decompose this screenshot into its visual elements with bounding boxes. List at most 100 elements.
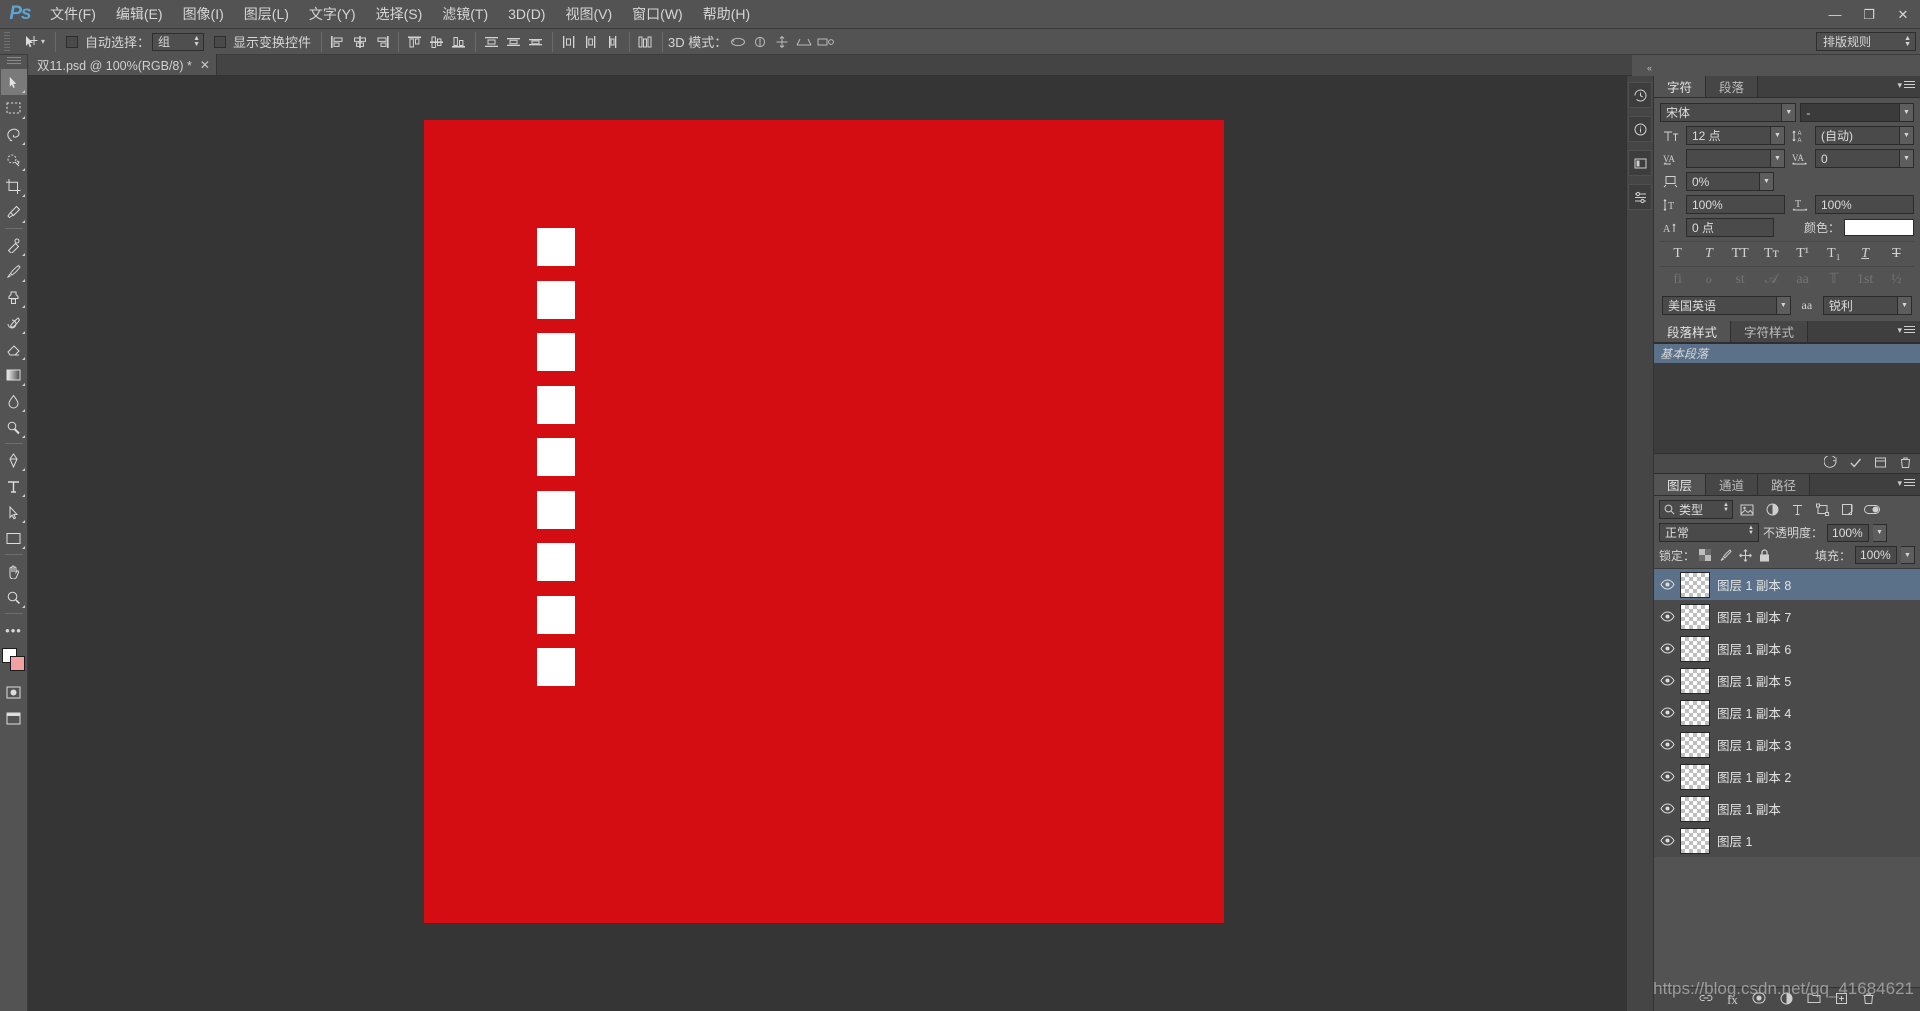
layer-list[interactable]: 图层 1 副本 8 图层 1 副本 7 图层 1 副本 6 图层 1 副本 5 图层 1… bbox=[1654, 568, 1920, 987]
layer-thumbnail[interactable] bbox=[1680, 667, 1710, 694]
menu-item-2[interactable]: 图像(I) bbox=[173, 0, 234, 29]
filter-type-layers-icon[interactable] bbox=[1786, 500, 1808, 519]
align-top-edges-icon[interactable] bbox=[404, 32, 426, 52]
menu-item-6[interactable]: 滤镜(T) bbox=[432, 0, 498, 29]
layer-visibility-eye-icon[interactable] bbox=[1654, 835, 1680, 846]
new-layer-icon[interactable] bbox=[1835, 992, 1848, 1008]
color-swatches[interactable] bbox=[1, 647, 27, 673]
color-panel-icon[interactable] bbox=[1628, 150, 1652, 176]
tab-paragraph-styles[interactable]: 段落样式 bbox=[1654, 321, 1732, 342]
artboard-canvas[interactable] bbox=[424, 120, 1224, 923]
tab-channels[interactable]: 通道 bbox=[1706, 474, 1759, 495]
align-horizontal-centers-icon[interactable] bbox=[349, 32, 371, 52]
horizontal-type-tool[interactable] bbox=[1, 473, 27, 499]
clone-stamp-tool[interactable] bbox=[1, 284, 27, 310]
opentype-button-2[interactable]: st bbox=[1730, 272, 1750, 288]
auto-align-layers-icon[interactable] bbox=[635, 32, 657, 52]
layer-visibility-eye-icon[interactable] bbox=[1654, 675, 1680, 686]
layer-thumbnail[interactable] bbox=[1680, 699, 1710, 726]
info-panel-icon[interactable] bbox=[1628, 116, 1652, 142]
auto-select-group[interactable]: 自动选择： 组 ▲ ▼ bbox=[61, 31, 209, 53]
font-family-field[interactable]: 宋体 ▼ bbox=[1660, 103, 1797, 122]
layer-style-icon[interactable]: fx bbox=[1727, 992, 1738, 1008]
zoom-tool[interactable] bbox=[1, 584, 27, 610]
layer-visibility-eye-icon[interactable] bbox=[1654, 707, 1680, 718]
chevron-down-icon[interactable]: ▼ bbox=[1770, 127, 1784, 144]
layer-visibility-eye-icon[interactable] bbox=[1654, 611, 1680, 622]
fill-dropdown-icon[interactable]: ▼ bbox=[1901, 546, 1915, 564]
text-color-swatch[interactable] bbox=[1844, 219, 1914, 236]
chevron-down-icon[interactable]: ▼ bbox=[1899, 104, 1913, 121]
delete-layer-icon[interactable] bbox=[1862, 992, 1875, 1008]
chevron-updown-icon[interactable]: ▼ bbox=[1775, 297, 1790, 314]
filter-shape-layers-icon[interactable] bbox=[1811, 500, 1833, 519]
eraser-tool[interactable] bbox=[1, 336, 27, 362]
style-list-item[interactable]: 基本段落 bbox=[1654, 344, 1920, 363]
layer-row[interactable]: 图层 1 副本 2 bbox=[1654, 761, 1920, 793]
menu-item-0[interactable]: 文件(F) bbox=[40, 0, 106, 29]
distribute-left-edges-icon[interactable] bbox=[558, 32, 580, 52]
type-style-button-3[interactable]: Tᴛ bbox=[1761, 246, 1781, 262]
delete-style-icon[interactable] bbox=[1899, 456, 1912, 472]
new-adjustment-layer-icon[interactable] bbox=[1780, 992, 1793, 1008]
maximize-button[interactable]: ❐ bbox=[1852, 0, 1886, 29]
menu-item-7[interactable]: 3D(D) bbox=[498, 0, 555, 29]
vertical-scale-field[interactable]: 100% bbox=[1686, 195, 1785, 214]
layer-row[interactable]: 图层 1 副本 8 bbox=[1654, 569, 1920, 601]
layer-row[interactable]: 图层 1 副本 3 bbox=[1654, 729, 1920, 761]
edit-toolbar-icon[interactable]: ••• bbox=[1, 617, 27, 643]
align-left-edges-icon[interactable] bbox=[327, 32, 349, 52]
layer-thumbnail[interactable] bbox=[1680, 635, 1710, 662]
move-tool-indicator[interactable]: ▾ bbox=[18, 31, 50, 53]
minimize-button[interactable]: — bbox=[1818, 0, 1852, 29]
layer-thumbnail[interactable] bbox=[1680, 571, 1710, 598]
type-style-button-5[interactable]: T₁ bbox=[1824, 246, 1844, 262]
show-transform-group[interactable]: 显示变换控件 bbox=[209, 31, 316, 53]
quick-mask-toggle[interactable] bbox=[1, 679, 27, 705]
tsume-field[interactable]: 0% ▼ bbox=[1686, 172, 1774, 191]
tab-paragraph[interactable]: 段落 bbox=[1706, 76, 1759, 97]
opacity-dropdown-icon[interactable]: ▼ bbox=[1873, 523, 1888, 542]
gradient-tool[interactable] bbox=[1, 362, 27, 388]
tab-character-styles[interactable]: 字符样式 bbox=[1731, 321, 1809, 342]
menu-item-3[interactable]: 图层(L) bbox=[234, 0, 299, 29]
horizontal-scale-field[interactable]: 100% bbox=[1815, 195, 1914, 214]
link-layers-icon[interactable] bbox=[1699, 992, 1713, 1007]
blur-tool[interactable] bbox=[1, 388, 27, 414]
menu-item-9[interactable]: 窗口(W) bbox=[622, 0, 693, 29]
history-brush-tool[interactable] bbox=[1, 310, 27, 336]
opentype-button-7[interactable]: ½ bbox=[1886, 272, 1906, 288]
layer-visibility-eye-icon[interactable] bbox=[1654, 771, 1680, 782]
font-size-field[interactable]: 12 点 ▼ bbox=[1686, 126, 1785, 145]
roll-3d-icon[interactable] bbox=[749, 32, 771, 52]
options-bar-grip[interactable] bbox=[4, 31, 14, 52]
collapse-panels-icon[interactable]: « bbox=[1647, 63, 1652, 73]
lasso-tool[interactable] bbox=[1, 121, 27, 147]
filter-type-dropdown[interactable]: 类型 ▲ ▼ bbox=[1659, 500, 1733, 519]
lock-transparent-pixels-icon[interactable] bbox=[1699, 549, 1712, 561]
blend-mode-dropdown[interactable]: 正常 ▲ ▼ bbox=[1659, 523, 1759, 542]
add-layer-mask-icon[interactable] bbox=[1752, 992, 1766, 1007]
layer-visibility-eye-icon[interactable] bbox=[1654, 579, 1680, 590]
menu-item-4[interactable]: 文字(Y) bbox=[299, 0, 366, 29]
layer-row[interactable]: 图层 1 副本 5 bbox=[1654, 665, 1920, 697]
history-panel-icon[interactable] bbox=[1628, 82, 1652, 108]
opacity-field[interactable]: 100% bbox=[1827, 523, 1870, 542]
opentype-button-4[interactable]: aa bbox=[1793, 272, 1813, 288]
layer-visibility-eye-icon[interactable] bbox=[1654, 739, 1680, 750]
type-style-button-6[interactable]: T bbox=[1855, 246, 1875, 262]
tools-panel-grip[interactable] bbox=[6, 57, 21, 66]
screen-mode-toggle[interactable] bbox=[1, 705, 27, 731]
filter-toggle-switch[interactable] bbox=[1861, 500, 1883, 519]
chevron-down-icon[interactable]: ▼ bbox=[1770, 150, 1784, 167]
font-style-field[interactable]: - ▼ bbox=[1800, 103, 1914, 122]
tab-paths[interactable]: 路径 bbox=[1758, 474, 1811, 495]
align-bottom-edges-icon[interactable] bbox=[448, 32, 470, 52]
distribute-right-edges-icon[interactable] bbox=[602, 32, 624, 52]
kerning-field[interactable]: ▼ bbox=[1686, 149, 1785, 168]
opentype-button-0[interactable]: fi bbox=[1668, 272, 1688, 288]
chevron-down-icon[interactable]: ▼ bbox=[1759, 173, 1773, 190]
close-button[interactable]: ✕ bbox=[1886, 0, 1920, 29]
redefine-style-icon[interactable] bbox=[1849, 456, 1862, 472]
distribute-vertical-centers-icon[interactable] bbox=[503, 32, 525, 52]
